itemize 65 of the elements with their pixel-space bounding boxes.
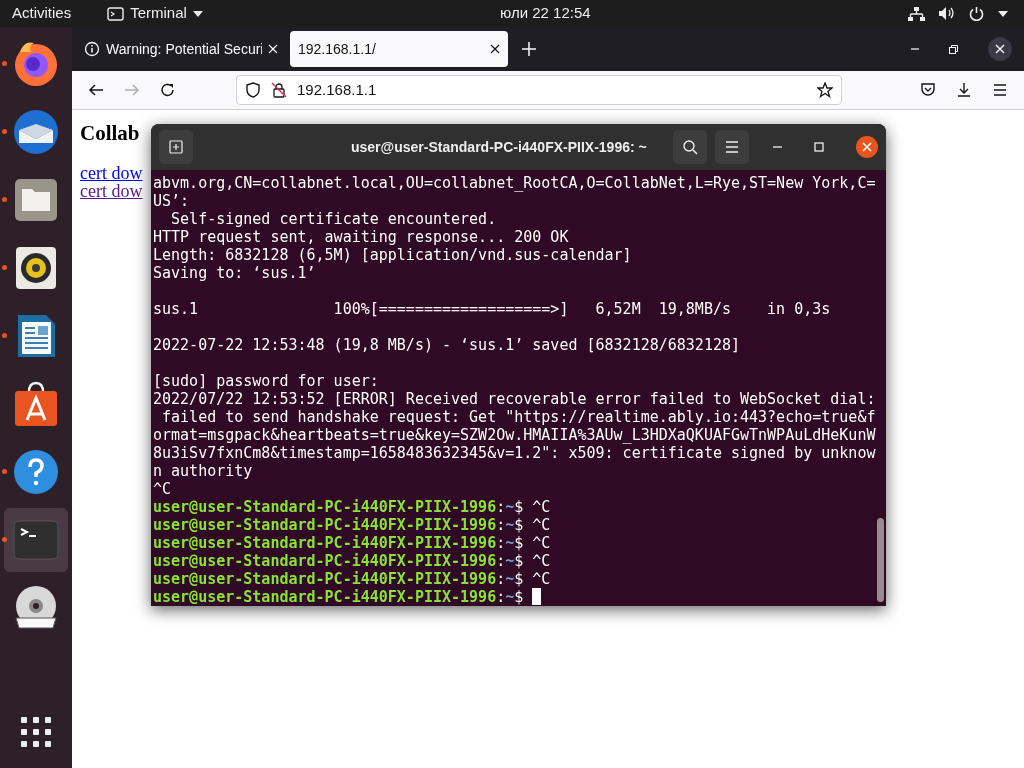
terminal-line: user@user-Standard-PC-i440FX-PIIX-1996:~$ ^C (153, 498, 552, 516)
menu-icon[interactable] (992, 82, 1008, 98)
terminal-line: 2022-07-22 12:53:48 (19,8 MB/s) - ‘sus.1’ saved [6832128/6832128] (153, 336, 741, 354)
window-title: user@user-Standard-PC-i440FX-PIIX-1996: ~ (351, 137, 647, 157)
terminal-line: ^C (153, 480, 173, 498)
bookmark-star-icon[interactable] (817, 82, 833, 98)
terminal-line: 8u3iSv7fxnCm8&timestamp=1658483632345&v=1.2": x509: certificate signed by unknow (153, 444, 877, 462)
new-tab-icon[interactable] (522, 42, 536, 56)
terminal-line: user@user-Standard-PC-i440FX-PIIX-1996:~$ ^C (153, 570, 552, 588)
download-link[interactable]: cert dow (80, 182, 143, 200)
clock[interactable]: юли 22 12:54 (500, 2, 591, 25)
folder-icon[interactable] (12, 176, 60, 224)
back-icon[interactable] (88, 82, 104, 98)
shield-icon[interactable] (245, 82, 261, 98)
pocket-icon[interactable] (920, 82, 936, 98)
terminal-line: n authority (153, 462, 254, 480)
terminal-line: abvm.org,CN=collabnet.local,OU=collabnet_RootCA,O=CollabNet,L=Rye,ST=New York,C= (153, 174, 877, 192)
terminal-line: sus.1 100%[===================>] 6,52M 19,8MB/s in 0,3s (153, 300, 832, 318)
caret-icon[interactable] (998, 10, 1008, 17)
terminal-line: ormat=msgpack&heartbeats=true&key=SZW2Ow.HMAIIA%3AUw_L3HDXaQKUAFGwTnWPAuLdHeKunW (153, 426, 877, 444)
download-link[interactable]: cert dow (80, 164, 143, 182)
terminal-line: user@user-Standard-PC-i440FX-PIIX-1996:~$ ^C (153, 516, 552, 534)
maximize-icon[interactable] (814, 142, 824, 152)
terminal-line: user@user-Standard-PC-i440FX-PIIX-1996:~$ (153, 588, 886, 606)
insecure-lock-icon[interactable] (271, 82, 287, 98)
page-heading: Collab (80, 120, 141, 146)
envelope-icon[interactable] (12, 108, 60, 156)
browser-tab[interactable]: 192.168.1.1/ (290, 31, 508, 67)
terminal-line: US’: (153, 192, 191, 210)
terminal-line: 2022/07/22 12:53:52 [ERROR] Received recoverable error failed to WebSocket dial: (153, 390, 877, 408)
plus-icon (169, 140, 183, 154)
restore-icon[interactable] (949, 44, 958, 54)
terminal-line: user@user-Standard-PC-i440FX-PIIX-1996:~$ ^C (153, 534, 552, 552)
disc-icon[interactable] (12, 584, 60, 632)
address-bar[interactable]: 192.168.1.1 (236, 75, 842, 105)
close-icon[interactable] (490, 44, 500, 54)
terminal-line: user@user-Standard-PC-i440FX-PIIX-1996:~$ ^C (153, 552, 552, 570)
reload-icon[interactable] (160, 82, 176, 98)
menu-button[interactable] (715, 130, 749, 164)
volume-icon[interactable] (939, 6, 955, 21)
app-menu[interactable]: Terminal (130, 2, 187, 25)
search-button[interactable] (673, 130, 707, 164)
terminal-icon (107, 6, 125, 21)
close-icon[interactable] (856, 136, 878, 158)
menu-icon (725, 140, 739, 154)
new-tab-button[interactable] (159, 130, 193, 164)
shopping-bag-icon[interactable] (12, 380, 60, 428)
terminal-line: Length: 6832128 (6,5M) [application/vnd.sus-calendar] (153, 246, 633, 264)
download-icon[interactable] (956, 82, 972, 98)
activities-button[interactable]: Activities (12, 2, 72, 25)
close-icon[interactable] (988, 37, 1012, 61)
info-icon (84, 41, 100, 57)
browser-tab[interactable]: Warning: Potential Securi (76, 31, 286, 67)
app-grid-icon[interactable] (21, 717, 51, 747)
network-icon[interactable] (908, 6, 925, 21)
terminal-line: [sudo] password for user: (153, 372, 380, 390)
caret-icon[interactable] (192, 10, 203, 17)
terminal-line: HTTP request sent, awaiting response... 200 OK (153, 228, 570, 246)
terminal-line: Self-signed certificate encountered. (170, 210, 498, 228)
search-icon (682, 139, 698, 155)
question-mark-icon[interactable] (12, 448, 60, 496)
terminal-line: Saving to: ‘sus.1’ (153, 264, 317, 282)
power-icon[interactable] (969, 6, 984, 21)
scrollbar-thumb[interactable] (877, 518, 884, 602)
terminal-line: failed to send handshake request: Get "https://realtime.ably.io:443?echo=true&f (161, 408, 877, 426)
